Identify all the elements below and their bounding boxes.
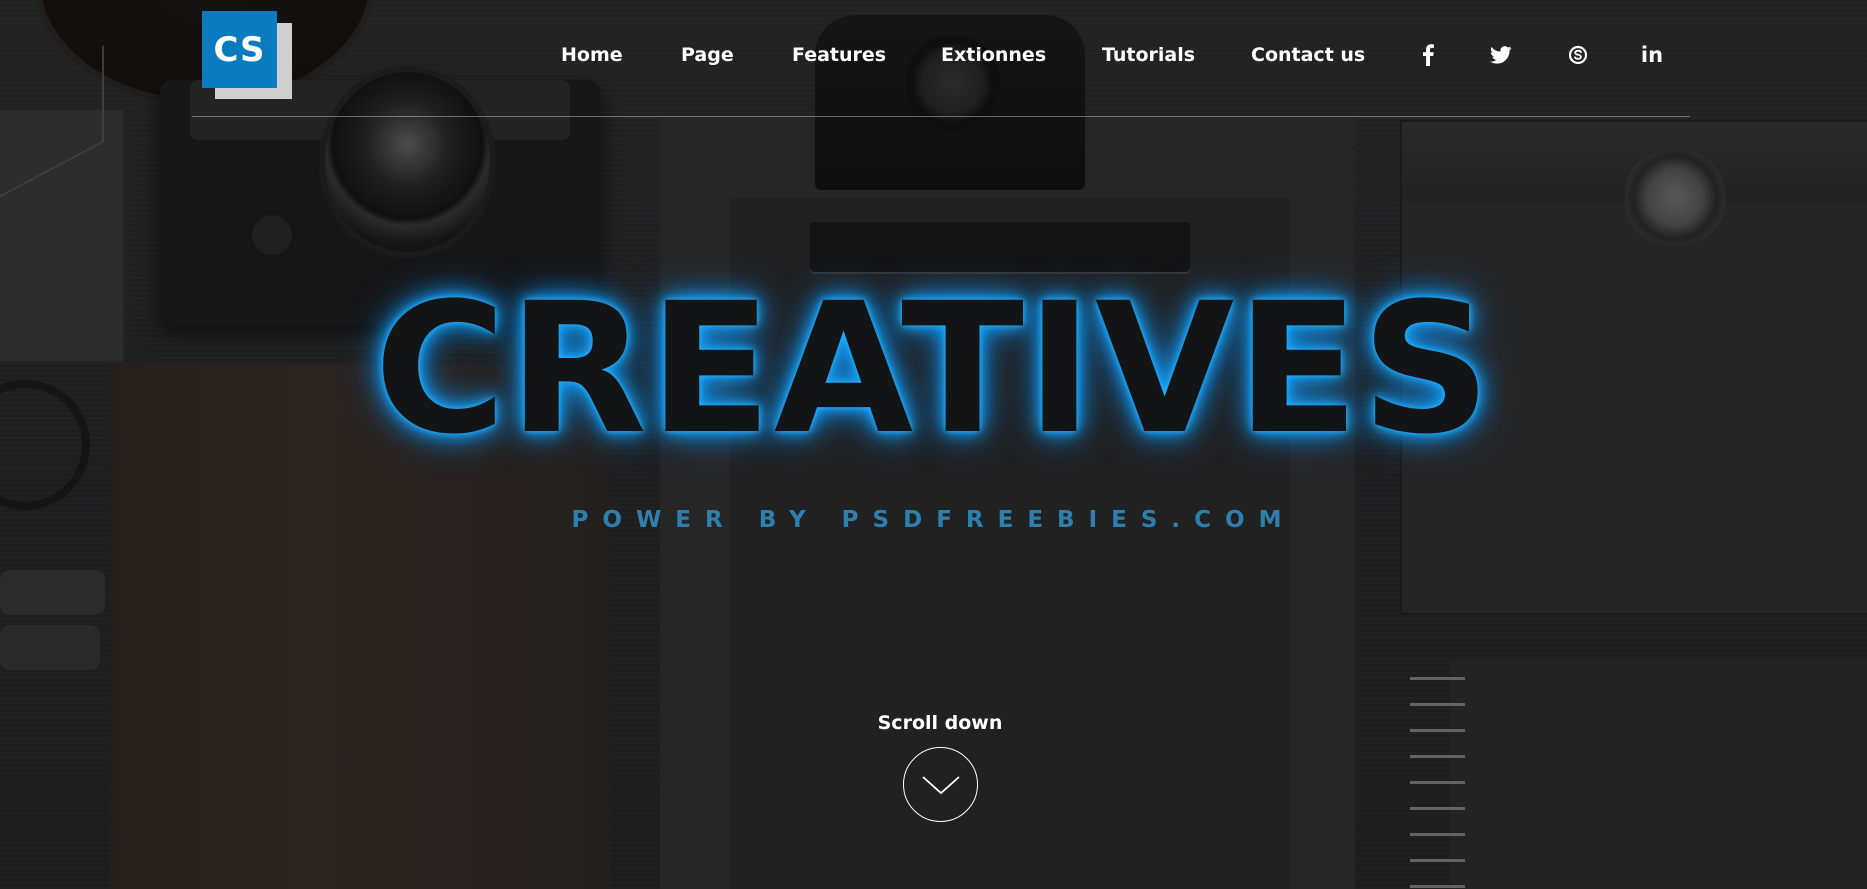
nav-item-extionnes[interactable]: Extionnes bbox=[941, 44, 1046, 66]
twitter-icon[interactable] bbox=[1488, 42, 1514, 68]
hero-subtitle: POWER BY PSDFREEBIES.COM bbox=[571, 507, 1296, 533]
hero-title: CREATIVES bbox=[374, 265, 1493, 474]
nav-item-features[interactable]: Features bbox=[792, 44, 886, 66]
scroll-down-button[interactable] bbox=[903, 747, 978, 822]
nav-item-page[interactable]: Page bbox=[681, 44, 734, 66]
nav-item-home[interactable]: Home bbox=[561, 44, 623, 66]
header-divider bbox=[192, 116, 1690, 117]
nav-item-tutorials[interactable]: Tutorials bbox=[1102, 44, 1195, 66]
nav-item-contact-us[interactable]: Contact us bbox=[1251, 44, 1365, 66]
scroll-down-label: Scroll down bbox=[877, 712, 1003, 734]
skype-icon[interactable] bbox=[1565, 42, 1591, 68]
main-nav: Home Page Features Extionnes Tutorials C… bbox=[0, 42, 1867, 72]
facebook-icon[interactable] bbox=[1415, 42, 1441, 68]
linkedin-icon[interactable]: in bbox=[1639, 42, 1665, 68]
chevron-down-icon bbox=[921, 775, 960, 794]
